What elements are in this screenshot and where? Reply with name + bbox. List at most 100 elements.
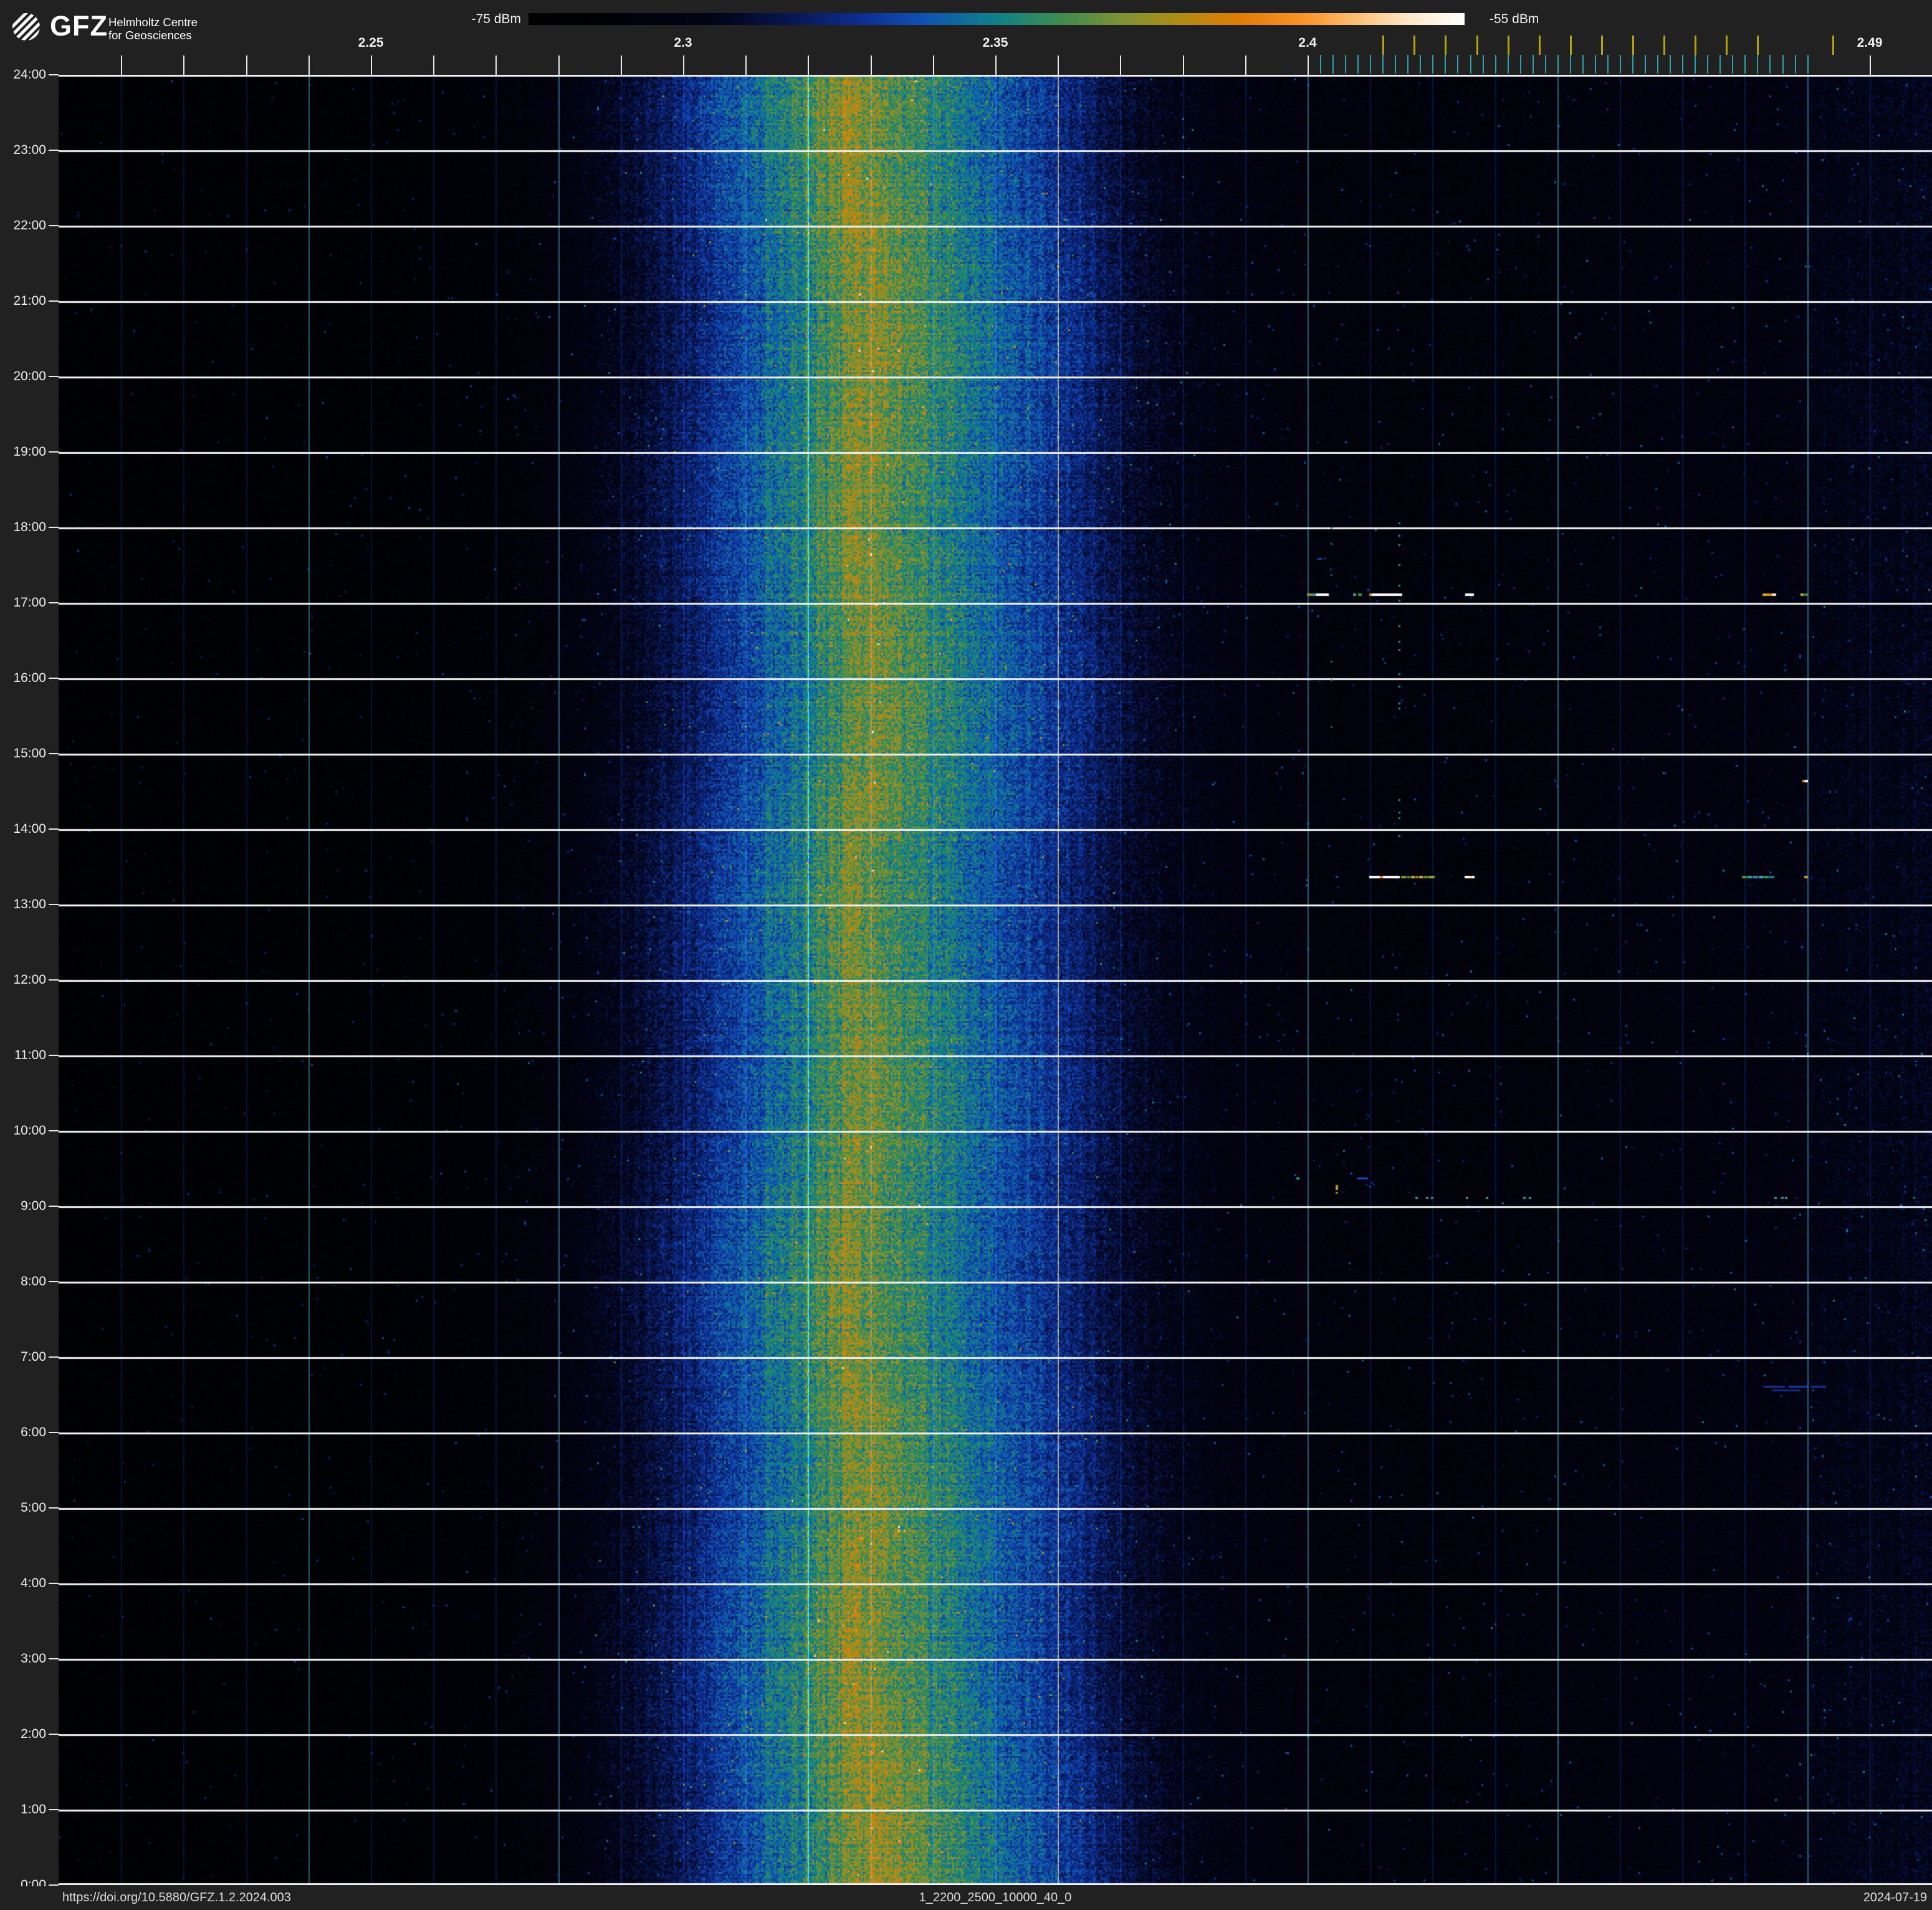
dataset-filename: 1_2200_2500_10000_40_0 [919, 1891, 1072, 1904]
freq-axis-label: 2.25 [358, 36, 384, 50]
ble-channel-tick [1545, 55, 1546, 74]
time-axis-label: 19:00 [13, 444, 46, 459]
time-axis-label: 9:00 [21, 1199, 46, 1213]
ble-channel-tick [1570, 55, 1571, 74]
time-axis-tick [49, 451, 59, 453]
time-axis-label: 10:00 [13, 1123, 46, 1138]
time-axis-label: 21:00 [13, 294, 46, 308]
ble-channel-tick [1769, 55, 1771, 74]
colorbar-min-label: -75 dBm [471, 12, 521, 26]
time-axis-label: 6:00 [21, 1425, 46, 1439]
logo-org-line1: Helmholtz Centre [108, 16, 198, 29]
ble-channel-tick [1395, 55, 1396, 74]
freq-tick [745, 55, 747, 75]
time-axis-tick [49, 1281, 59, 1282]
time-axis-label: 12:00 [13, 972, 46, 987]
time-axis-tick [49, 1356, 59, 1358]
ble-channel-tick [1670, 55, 1671, 74]
time-axis-tick [49, 527, 59, 528]
freq-axis-label: 2.49 [1857, 36, 1883, 50]
wifi-channel-tick [1757, 36, 1759, 55]
freq-tick [1120, 55, 1121, 75]
freq-tick [871, 55, 872, 75]
ble-channel-tick [1582, 55, 1584, 74]
colorbar-gradient [528, 13, 1465, 25]
colorbar-max-label: -55 dBm [1490, 12, 1539, 26]
ble-channel-tick [1382, 55, 1384, 74]
spectrogram-monitor-page: GFZ Helmholtz Centre for Geosciences -75… [0, 0, 1932, 1910]
time-axis-label: 23:00 [13, 143, 46, 157]
time-axis-tick [49, 1507, 59, 1509]
time-axis-tick [49, 1583, 59, 1584]
time-axis-tick [49, 753, 59, 754]
freq-tick [183, 55, 184, 75]
time-axis-tick [49, 376, 59, 377]
freq-axis-label: 2.3 [674, 36, 692, 50]
freq-tick [371, 55, 372, 75]
freq-tick [933, 55, 934, 75]
wifi-channel-tick [1663, 36, 1665, 55]
footer-bar: https://doi.org/10.5880/GFZ.1.2.2024.003… [0, 1886, 1932, 1910]
time-axis-tick [49, 602, 59, 603]
date-label: 2024-07-19 [1863, 1891, 1927, 1904]
ble-channel-tick [1782, 55, 1784, 74]
ble-channel-tick [1795, 55, 1796, 74]
wifi-channel-tick [1570, 36, 1572, 55]
ble-channel-tick [1744, 55, 1746, 74]
time-axis-label: 14:00 [13, 822, 46, 836]
logo-org-line2: for Geosciences [108, 29, 192, 42]
freq-tick [121, 55, 122, 75]
freq-tick [1058, 55, 1059, 75]
time-axis-tick [49, 1130, 59, 1131]
time-axis-label: 15:00 [13, 746, 46, 761]
gfz-logo-icon [12, 13, 40, 41]
time-axis-label: 22:00 [13, 218, 46, 233]
ble-channel-tick [1407, 55, 1408, 74]
time-axis-label: 24:00 [13, 67, 46, 82]
wifi-channel-tick [1413, 36, 1415, 55]
ble-channel-tick [1470, 55, 1471, 74]
time-axis-label: 17:00 [13, 595, 46, 610]
time-axis-label: 13:00 [13, 897, 46, 911]
time-axis-label: 11:00 [14, 1048, 46, 1062]
ble-channel-tick [1645, 55, 1646, 74]
time-axis-tick [49, 678, 59, 679]
time-axis-label: 2:00 [21, 1727, 46, 1741]
freq-tick [495, 55, 497, 75]
ble-channel-tick [1420, 55, 1421, 74]
wifi-channel-tick [1601, 36, 1603, 55]
ble-channel-tick [1757, 55, 1758, 74]
time-axis-tick [49, 904, 59, 905]
ble-channel-tick [1520, 55, 1521, 74]
wifi-channel-tick [1632, 36, 1634, 55]
ble-channel-tick [1495, 55, 1496, 74]
time-axis-tick [49, 225, 59, 226]
time-axis-label: 16:00 [13, 671, 46, 685]
ble-channel-tick [1457, 55, 1458, 74]
freq-tick [995, 55, 997, 75]
wifi-channel-tick [1382, 36, 1384, 55]
time-axis-tick [49, 1055, 59, 1056]
freq-tick [621, 55, 622, 75]
time-axis-tick [49, 1884, 59, 1886]
ble-channel-tick [1320, 55, 1321, 74]
time-axis-tick [49, 150, 59, 151]
ble-channel-tick [1370, 55, 1371, 74]
ble-channel-tick [1357, 55, 1359, 74]
ble-channel-tick [1595, 55, 1596, 74]
freq-tick [433, 55, 434, 75]
ble-channel-tick [1533, 55, 1534, 74]
time-axis-tick [49, 300, 59, 302]
ble-channel-tick [1445, 55, 1446, 74]
time-axis-label: 20:00 [13, 369, 46, 383]
time-axis-label: 1:00 [21, 1802, 46, 1816]
ble-channel-tick [1620, 55, 1621, 74]
doi-link: https://doi.org/10.5880/GFZ.1.2.2024.003 [62, 1891, 291, 1904]
freq-tick [246, 55, 247, 75]
logo-acronym: GFZ [50, 10, 108, 42]
ble-channel-tick [1483, 55, 1484, 74]
ble-channel-tick [1432, 55, 1433, 74]
ble-channel-tick [1695, 55, 1696, 74]
time-axis-label: 7:00 [21, 1350, 46, 1364]
ble-channel-tick [1607, 55, 1609, 74]
